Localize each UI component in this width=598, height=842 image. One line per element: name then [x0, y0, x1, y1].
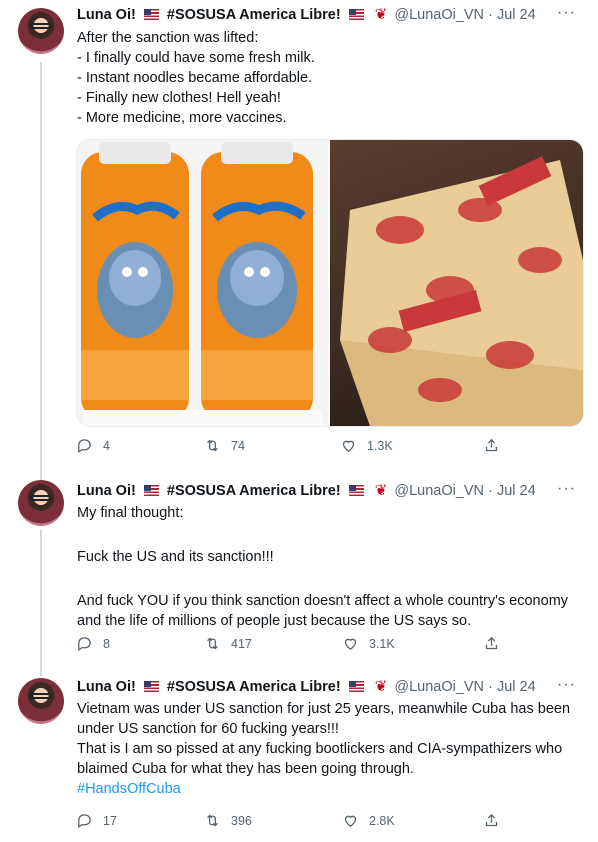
reply-icon — [78, 439, 91, 454]
retweet-icon — [207, 439, 218, 452]
like-count: 2.8K — [369, 813, 395, 828]
like-button[interactable]: 3.1K — [342, 635, 395, 652]
tweet-actions: 8 417 3.1K — [76, 635, 506, 655]
avatar[interactable] — [18, 480, 64, 526]
text-line: Vietnam was under US sanction for just 2… — [77, 701, 571, 717]
reply-button[interactable]: 8 — [76, 635, 110, 652]
tweet[interactable]: Luna Oi! #SOSUSA America Libre! ❦ @LunaO… — [0, 0, 598, 470]
like-button[interactable]: 1.3K — [340, 437, 393, 454]
us-flag-icon — [143, 485, 159, 496]
timestamp[interactable]: Jul 24 — [497, 679, 536, 695]
tweet-actions: 17 396 2.8K — [76, 812, 506, 832]
tweet-header: Luna Oi! #SOSUSA America Libre! ❦ @LunaO… — [77, 482, 536, 500]
reply-count: 8 — [103, 636, 110, 651]
tweet-header: Luna Oi! #SOSUSA America Libre! ❦ @LunaO… — [77, 6, 536, 24]
display-name-suffix[interactable]: #SOSUSA America Libre! — [167, 7, 341, 23]
tweet-text: Vietnam was under US sanction for just 2… — [77, 699, 577, 799]
like-icon — [342, 440, 355, 452]
text-line: My final thought: — [77, 505, 184, 521]
display-name[interactable]: Luna Oi! — [77, 483, 136, 499]
share-button[interactable] — [483, 437, 500, 454]
retweet-button[interactable]: 74 — [204, 437, 245, 454]
display-name-suffix[interactable]: #SOSUSA America Libre! — [167, 679, 341, 695]
display-name-suffix[interactable]: #SOSUSA America Libre! — [167, 483, 341, 499]
reply-icon — [78, 637, 91, 652]
handle[interactable]: @LunaOi_VN — [394, 679, 484, 695]
text-line: blaimed Cuba for what they has been goin… — [77, 761, 414, 777]
tweet-text: My final thought: Fuck the US and its sa… — [77, 503, 577, 631]
reply-button[interactable]: 17 — [76, 812, 117, 829]
reply-button[interactable]: 4 — [76, 437, 110, 454]
text-line: After the sanction was lifted: — [77, 30, 259, 46]
us-flag-icon — [348, 485, 364, 496]
reply-count: 4 — [103, 438, 110, 453]
avatar[interactable] — [18, 8, 64, 54]
handle[interactable]: @LunaOi_VN — [394, 483, 484, 499]
retweet-count: 396 — [231, 813, 252, 828]
text-line — [77, 567, 577, 587]
retweet-button[interactable]: 396 — [204, 812, 252, 829]
media-gallery[interactable] — [76, 139, 584, 427]
like-icon — [344, 815, 357, 827]
separator: · — [488, 679, 493, 695]
text-line: Fuck the US and its sanction!!! — [77, 549, 274, 565]
us-flag-icon — [348, 9, 364, 20]
retweet-icon — [207, 814, 218, 827]
timestamp[interactable]: Jul 24 — [497, 483, 536, 499]
reply-icon — [78, 814, 91, 829]
like-count: 3.1K — [369, 636, 395, 651]
text-line: - Instant noodles became affordable. — [77, 70, 313, 86]
reply-count: 17 — [103, 813, 117, 828]
us-flag-icon — [143, 9, 159, 20]
like-icon — [344, 638, 357, 650]
more-icon[interactable]: ··· — [557, 676, 576, 694]
ribbon-icon: ❦ — [374, 6, 388, 23]
milk-bottles-illustration — [77, 140, 328, 426]
retweet-button[interactable]: 417 — [204, 635, 252, 652]
tweet-text: After the sanction was lifted: - I final… — [77, 28, 577, 128]
retweet-icon — [207, 637, 218, 650]
text-line: - I finally could have some fresh milk. — [77, 50, 315, 66]
like-count: 1.3K — [367, 438, 393, 453]
display-name[interactable]: Luna Oi! — [77, 679, 136, 695]
ribbon-icon: ❦ — [374, 678, 388, 695]
text-line — [77, 523, 577, 543]
timestamp[interactable]: Jul 24 — [497, 7, 536, 23]
share-icon — [485, 813, 498, 827]
share-icon — [485, 636, 498, 650]
share-icon — [485, 438, 498, 452]
media-photo-milk[interactable] — [77, 140, 328, 426]
tweet[interactable]: Luna Oi! #SOSUSA America Libre! ❦ @LunaO… — [0, 668, 598, 842]
share-button[interactable] — [483, 812, 500, 829]
ribbon-icon: ❦ — [374, 482, 388, 499]
tweet-header: Luna Oi! #SOSUSA America Libre! ❦ @LunaO… — [77, 678, 536, 696]
text-line: And fuck YOU if you think sanction doesn… — [77, 593, 569, 609]
display-name[interactable]: Luna Oi! — [77, 7, 136, 23]
text-line: - Finally new clothes! Hell yeah! — [77, 90, 281, 106]
retweet-count: 74 — [231, 438, 245, 453]
hashtag-link[interactable]: #HandsOffCuba — [77, 779, 577, 799]
text-line: That is I am so pissed at any fucking bo… — [77, 741, 563, 757]
separator: · — [488, 7, 493, 23]
like-button[interactable]: 2.8K — [342, 812, 395, 829]
handle[interactable]: @LunaOi_VN — [394, 7, 484, 23]
noodle-packs-illustration — [340, 156, 583, 426]
text-line: and the life of millions of people just … — [77, 613, 472, 629]
tweet[interactable]: Luna Oi! #SOSUSA America Libre! ❦ @LunaO… — [0, 472, 598, 664]
tweet-actions: 4 74 1.3K — [76, 437, 506, 457]
more-icon[interactable]: ··· — [557, 4, 576, 22]
text-line: under US sanction for 60 fucking years!!… — [77, 721, 339, 737]
separator: · — [488, 483, 493, 499]
text-line: - More medicine, more vaccines. — [77, 110, 287, 126]
more-icon[interactable]: ··· — [557, 480, 576, 498]
avatar[interactable] — [18, 678, 64, 724]
media-photo-noodles[interactable] — [330, 140, 583, 426]
retweet-count: 417 — [231, 636, 252, 651]
us-flag-icon — [348, 681, 364, 692]
share-button[interactable] — [483, 635, 500, 652]
us-flag-icon — [143, 681, 159, 692]
